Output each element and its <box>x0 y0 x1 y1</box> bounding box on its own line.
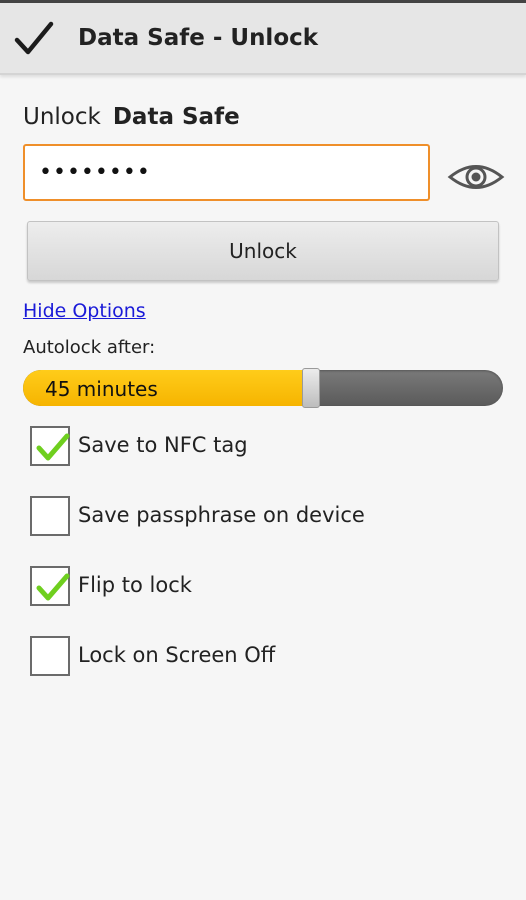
page-title: Data Safe - Unlock <box>78 25 319 51</box>
autolock-label: Autolock after: <box>23 337 156 358</box>
hide-options-link[interactable]: Hide Options <box>23 300 146 322</box>
checkbox[interactable] <box>30 496 70 536</box>
option-label: Save passphrase on device <box>78 503 365 527</box>
unlock-prefix: Unlock <box>23 104 101 130</box>
option-lock-screen-off[interactable]: Lock on Screen Off <box>30 636 500 678</box>
checkbox[interactable] <box>30 636 70 676</box>
option-label: Lock on Screen Off <box>78 643 276 667</box>
action-bar: Data Safe - Unlock <box>0 3 526 75</box>
checkmark-icon[interactable] <box>14 21 54 57</box>
checkmark-icon <box>36 433 70 461</box>
unlock-heading: Unlock Data Safe <box>23 104 240 130</box>
slider-value: 45 minutes <box>45 377 158 401</box>
eye-icon[interactable] <box>447 158 505 196</box>
option-save-passphrase[interactable]: Save passphrase on device <box>30 496 500 538</box>
option-save-nfc[interactable]: Save to NFC tag <box>30 426 500 468</box>
checkbox[interactable] <box>30 426 70 466</box>
unlock-button[interactable]: Unlock <box>27 221 499 281</box>
checkmark-icon <box>36 573 70 601</box>
option-flip-to-lock[interactable]: Flip to lock <box>30 566 500 608</box>
safe-name: Data Safe <box>112 104 240 130</box>
option-label: Save to NFC tag <box>78 433 248 457</box>
slider-thumb[interactable] <box>302 368 320 408</box>
passphrase-input[interactable] <box>23 144 430 201</box>
option-label: Flip to lock <box>78 573 192 597</box>
checkbox[interactable] <box>30 566 70 606</box>
autolock-slider[interactable]: 45 minutes <box>23 368 503 408</box>
